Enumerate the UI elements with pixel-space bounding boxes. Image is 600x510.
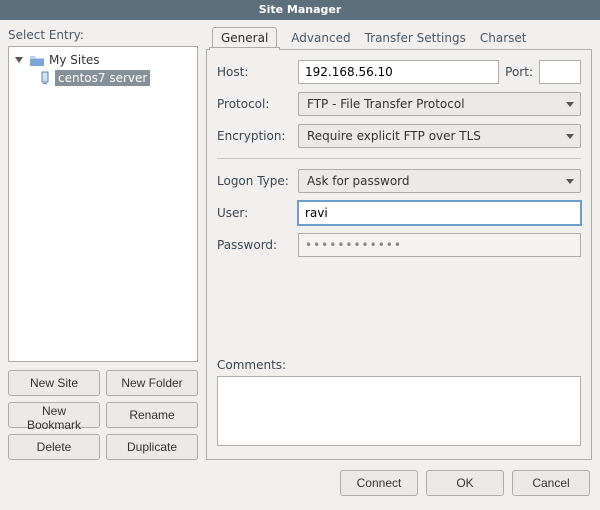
tree-root-row[interactable]: My Sites	[11, 51, 195, 69]
new-folder-button[interactable]: New Folder	[106, 370, 198, 396]
comments-label: Comments:	[217, 358, 581, 372]
tab-advanced[interactable]: Advanced	[291, 28, 350, 49]
password-label: Password:	[217, 238, 292, 252]
connect-button[interactable]: Connect	[340, 470, 418, 496]
host-label: Host:	[217, 65, 292, 79]
server-icon	[39, 71, 51, 85]
tree-root-label: My Sites	[49, 53, 100, 67]
duplicate-button[interactable]: Duplicate	[106, 434, 198, 460]
site-tree[interactable]: My Sites centos7 server	[8, 46, 198, 362]
protocol-value: FTP - File Transfer Protocol	[307, 97, 465, 111]
user-input[interactable]	[298, 201, 581, 225]
tab-charset[interactable]: Charset	[480, 28, 527, 49]
new-site-button[interactable]: New Site	[8, 370, 100, 396]
encryption-value: Require explicit FTP over TLS	[307, 129, 481, 143]
encryption-combo[interactable]: Require explicit FTP over TLS	[298, 124, 581, 148]
left-pane: Select Entry: My Sites centos7 server Ne…	[8, 28, 198, 460]
logon-type-value: Ask for password	[307, 174, 410, 188]
user-label: User:	[217, 206, 292, 220]
new-bookmark-button[interactable]: New Bookmark	[8, 402, 100, 428]
host-input[interactable]	[298, 60, 499, 84]
comments-textarea[interactable]	[217, 376, 581, 446]
encryption-label: Encryption:	[217, 129, 292, 143]
port-label: Port:	[505, 65, 533, 79]
chevron-down-icon[interactable]	[15, 57, 23, 63]
protocol-label: Protocol:	[217, 97, 292, 111]
chevron-down-icon	[566, 179, 574, 184]
right-pane: General Advanced Transfer Settings Chars…	[206, 28, 592, 460]
tab-general[interactable]: General	[212, 27, 277, 49]
logon-type-label: Logon Type:	[217, 174, 292, 188]
ok-button[interactable]: OK	[426, 470, 504, 496]
tree-site-row[interactable]: centos7 server	[11, 69, 195, 87]
port-input[interactable]	[539, 60, 581, 84]
tree-site-label: centos7 server	[55, 70, 150, 86]
dialog-footer: Connect OK Cancel	[0, 460, 600, 506]
folder-icon	[29, 53, 45, 67]
delete-button[interactable]: Delete	[8, 434, 100, 460]
window-title: Site Manager	[259, 3, 342, 16]
logon-type-combo[interactable]: Ask for password	[298, 169, 581, 193]
separator	[217, 158, 581, 159]
rename-button[interactable]: Rename	[106, 402, 198, 428]
select-entry-label: Select Entry:	[8, 28, 198, 42]
window-titlebar: Site Manager	[0, 0, 600, 20]
chevron-down-icon	[566, 134, 574, 139]
cancel-button[interactable]: Cancel	[512, 470, 590, 496]
tab-transfer-settings[interactable]: Transfer Settings	[365, 28, 466, 49]
chevron-down-icon	[566, 102, 574, 107]
tab-bar: General Advanced Transfer Settings Chars…	[206, 28, 592, 50]
protocol-combo[interactable]: FTP - File Transfer Protocol	[298, 92, 581, 116]
general-form: Host: Port: Protocol: FTP - File Transfe…	[206, 50, 592, 460]
password-input	[298, 233, 581, 257]
